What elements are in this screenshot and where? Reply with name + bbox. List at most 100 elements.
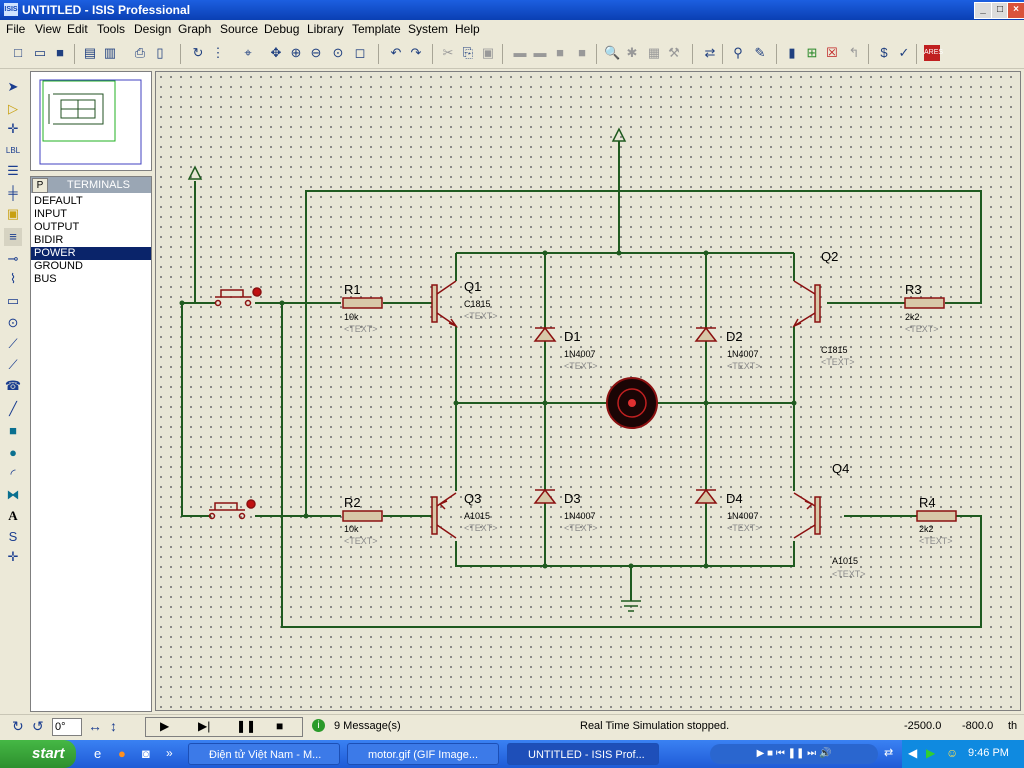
block-copy-icon[interactable]: ▬	[512, 45, 528, 61]
start-button[interactable]: start	[0, 740, 76, 768]
zoom-area-icon[interactable]: ◻	[352, 45, 368, 61]
list-item[interactable]: INPUT	[31, 208, 151, 221]
marker-tool-icon[interactable]: ✛	[4, 548, 22, 566]
list-item[interactable]: GROUND	[31, 260, 151, 273]
bill-of-materials-icon[interactable]: $	[876, 45, 892, 61]
component-mode-icon[interactable]: ▷	[4, 100, 22, 118]
pick-button[interactable]: P	[32, 178, 48, 193]
copy-icon[interactable]: ⎘	[460, 45, 476, 61]
block-move-icon[interactable]: ▬	[532, 45, 548, 61]
buses-icon[interactable]: ╪	[4, 184, 22, 202]
device-pins-icon[interactable]: ⊸	[4, 250, 22, 268]
ground-terminal[interactable]	[621, 600, 641, 612]
wire-label-icon[interactable]: LBL	[4, 142, 22, 160]
rotate-clockwise-icon[interactable]: ↻	[12, 718, 24, 735]
export-icon[interactable]: ▥	[102, 45, 118, 61]
menu-edit[interactable]: Edit	[67, 22, 88, 36]
dc-motor[interactable]	[606, 377, 658, 429]
cut-icon[interactable]: ✂	[440, 45, 456, 61]
menu-tools[interactable]: Tools	[97, 22, 125, 36]
new-file-icon[interactable]: □	[10, 45, 26, 61]
refresh-icon[interactable]: ↻	[190, 45, 206, 61]
property-tool-icon[interactable]: ✎	[752, 45, 768, 61]
block-rotate-icon[interactable]: ■	[552, 45, 568, 61]
list-item[interactable]: BIDIR	[31, 234, 151, 247]
taskbar-item[interactable]: Điện tử Việt Nam - M...	[188, 743, 340, 765]
rotate-anticlockwise-icon[interactable]: ↺	[32, 718, 44, 735]
list-item[interactable]: BUS	[31, 273, 151, 286]
make-device-icon[interactable]: ✱	[624, 45, 640, 61]
schematic-canvas[interactable]: R1 R2 R3 R4 Q1 Q2 Q3 Q4 D1 D2 D3 D4 10k …	[155, 71, 1021, 711]
zoom-in-icon[interactable]: ⊕	[288, 45, 304, 61]
remove-sheet-icon[interactable]: ☒	[824, 45, 840, 61]
subcircuit-icon[interactable]: ▣	[4, 205, 22, 223]
power-terminal[interactable]	[611, 127, 627, 142]
menu-help[interactable]: Help	[455, 22, 480, 36]
overview-window[interactable]	[30, 71, 152, 171]
symbol-tool-icon[interactable]: S	[4, 528, 22, 546]
text-tool-icon[interactable]: A	[4, 507, 22, 525]
pick-device-icon[interactable]: 🔍	[604, 45, 620, 61]
power-terminal[interactable]	[187, 165, 203, 180]
zoom-out-icon[interactable]: ⊖	[308, 45, 324, 61]
path-tool-icon[interactable]: ⧓	[4, 486, 22, 504]
list-item[interactable]: DEFAULT	[31, 195, 151, 208]
print-area-icon[interactable]: ▯	[152, 45, 168, 61]
add-sheet-icon[interactable]: ⊞	[804, 45, 820, 61]
text-script-icon[interactable]: ☰	[4, 162, 22, 180]
graph-mode-icon[interactable]: ⌇	[4, 270, 22, 288]
menu-template[interactable]: Template	[352, 22, 401, 36]
taskbar-item-active[interactable]: UNTITLED - ISIS Prof...	[507, 743, 659, 765]
menu-library[interactable]: Library	[307, 22, 344, 36]
wire-autorouter-icon[interactable]: ⇄	[702, 45, 718, 61]
import-icon[interactable]: ▤	[82, 45, 98, 61]
pan-icon[interactable]: ✥	[268, 45, 284, 61]
menu-graph[interactable]: Graph	[178, 22, 211, 36]
pause-icon[interactable]: ❚❚	[236, 719, 256, 733]
push-button-1[interactable]	[214, 287, 262, 307]
rotation-angle-field[interactable]: 0°	[52, 718, 82, 736]
tape-recorder-icon[interactable]: ▭	[4, 292, 22, 310]
quicklaunch-more-icon[interactable]: »	[166, 746, 173, 760]
block-delete-icon[interactable]: ■	[574, 45, 590, 61]
grid-icon[interactable]: ⋮	[210, 45, 226, 61]
decompose-icon[interactable]: ⚒	[666, 45, 682, 61]
arc-tool-icon[interactable]: ◜	[4, 465, 22, 483]
virtual-instruments-icon[interactable]: ☎	[4, 377, 22, 395]
current-probe-icon[interactable]: ⟋	[4, 356, 22, 374]
voltage-probe-icon[interactable]: ⟋	[4, 335, 22, 353]
redo-icon[interactable]: ↷	[408, 45, 424, 61]
push-button-2[interactable]	[208, 499, 256, 520]
taskbar-item[interactable]: motor.gif (GIF Image...	[347, 743, 499, 765]
zoom-all-icon[interactable]: ⊙	[330, 45, 346, 61]
messenger-icon[interactable]: ☺	[946, 746, 958, 760]
terminals-mode-icon[interactable]: ≡	[4, 228, 22, 246]
list-item-selected[interactable]: POWER	[31, 247, 151, 260]
package-tool-icon[interactable]: ▦	[646, 45, 662, 61]
generator-icon[interactable]: ⊙	[4, 314, 22, 332]
save-icon[interactable]: ■	[52, 45, 68, 61]
step-icon[interactable]: ▶|	[198, 719, 210, 733]
new-sheet-icon[interactable]: ▮	[784, 45, 800, 61]
menu-source[interactable]: Source	[220, 22, 258, 36]
ie-quicklaunch-icon[interactable]: e	[94, 746, 101, 761]
list-item[interactable]: OUTPUT	[31, 221, 151, 234]
print-icon[interactable]: ⎙	[132, 45, 148, 61]
mirror-vertical-icon[interactable]: ↕	[110, 718, 117, 734]
electrical-check-icon[interactable]: ✓	[896, 45, 912, 61]
play-icon[interactable]: ▶	[160, 719, 169, 733]
origin-icon[interactable]: ⌖	[240, 45, 256, 61]
message-count[interactable]: 9 Message(s)	[334, 720, 401, 732]
firefox-quicklaunch-icon[interactable]: ●	[118, 746, 126, 761]
menu-debug[interactable]: Debug	[264, 22, 299, 36]
circle-tool-icon[interactable]: ●	[4, 444, 22, 462]
close-icon[interactable]: ×	[1007, 2, 1024, 19]
minimize-icon[interactable]: _	[974, 2, 992, 19]
menu-system[interactable]: System	[408, 22, 448, 36]
paste-icon[interactable]: ▣	[480, 45, 496, 61]
undo-icon[interactable]: ↶	[388, 45, 404, 61]
media-player-toolbar[interactable]: ▶ ■ ⏮ ❚❚ ⏭ 🔊	[710, 744, 878, 764]
open-folder-icon[interactable]: ▭	[32, 45, 48, 61]
menu-file[interactable]: File	[6, 22, 25, 36]
selection-mode-icon[interactable]: ➤	[4, 78, 22, 96]
